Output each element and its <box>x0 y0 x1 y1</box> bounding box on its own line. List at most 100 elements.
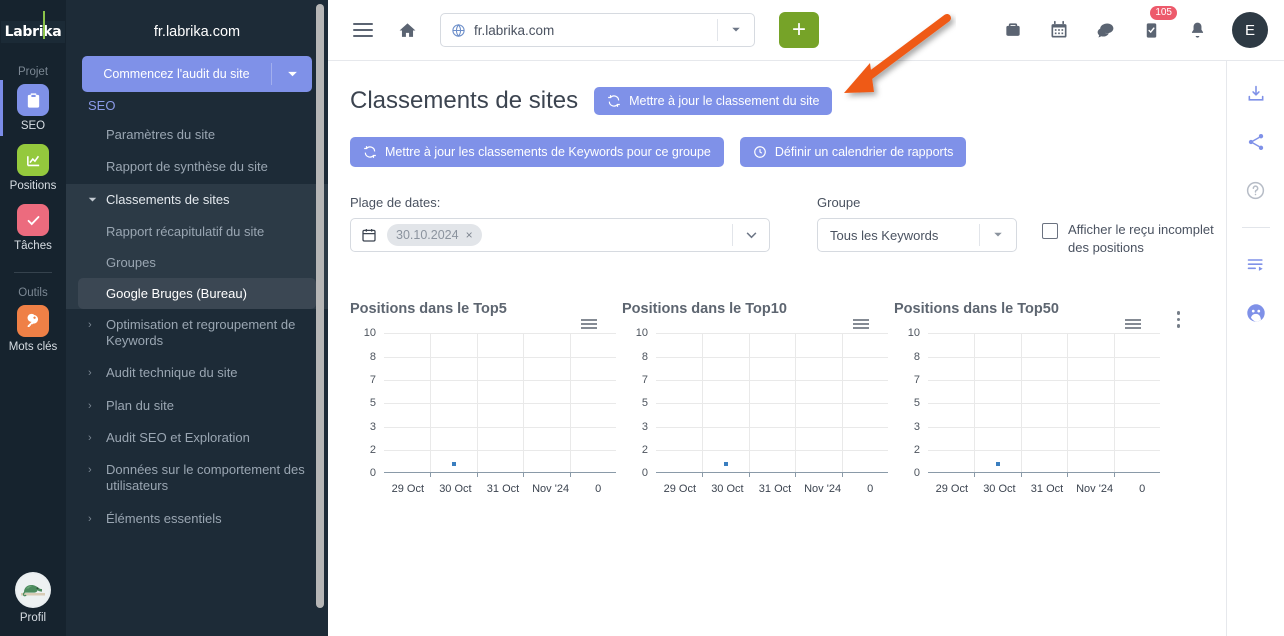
sidebar-item-audit-technique[interactable]: › Audit technique du site <box>66 357 328 389</box>
help-icon[interactable] <box>1241 175 1271 205</box>
sidebar-item-optimisation-keywords[interactable]: › Optimisation et regroupement de Keywor… <box>66 309 328 358</box>
bell-icon[interactable] <box>1180 13 1214 47</box>
logo[interactable]: Labrika <box>0 8 66 56</box>
sidebar-item-classements-de-sites[interactable]: Classements de sites <box>66 183 328 216</box>
sidebar-item-audit-seo-exploration[interactable]: › Audit SEO et Exploration <box>66 422 328 454</box>
url-bar[interactable]: fr.labrika.com <box>440 13 755 47</box>
grid-line-vertical <box>1113 333 1115 473</box>
chevron-down-icon[interactable] <box>980 232 1016 238</box>
playlist-icon[interactable] <box>1241 250 1271 280</box>
grid-line-horizontal <box>384 356 616 358</box>
grid-line-vertical <box>476 333 478 473</box>
profile-label: Profil <box>19 612 47 624</box>
date-chip[interactable]: 30.10.2024 × <box>387 224 482 246</box>
chevron-down-icon[interactable] <box>272 71 312 78</box>
right-tool-rail <box>1226 61 1284 636</box>
rail-item-seo[interactable]: SEO <box>0 80 66 136</box>
sidebar-item-label: Audit SEO et Exploration <box>106 429 250 445</box>
plot <box>928 333 1160 478</box>
sidebar-heading-seo[interactable]: SEO <box>66 92 328 119</box>
rail-item-taches[interactable]: Tâches <box>0 204 66 252</box>
hamburger-icon[interactable] <box>346 13 380 47</box>
sidebar-scrollbar[interactable] <box>316 4 324 608</box>
y-axis-tick: 8 <box>641 350 648 363</box>
start-site-audit-label: Commencez l'audit du site <box>103 67 250 81</box>
x-axis-tick-label: Nov '24 <box>804 483 842 496</box>
sidebar-item-label: Optimisation et regroupement de Keywords <box>106 316 296 348</box>
incomplete-positions-toggle[interactable]: Afficher le reçu incomplet des positions <box>1042 195 1225 257</box>
sidebar-item-google-bruges-bureau[interactable]: Google Bruges (Bureau) <box>78 277 316 309</box>
refresh-icon <box>364 146 376 158</box>
grid-line-vertical <box>569 333 571 473</box>
x-axis-tick-label: 31 Oct <box>486 483 520 496</box>
add-button[interactable]: + <box>779 12 819 48</box>
y-axis-tick: 5 <box>369 397 376 410</box>
y-axis: 10 8 7 5 3 2 0 <box>894 327 920 479</box>
x-axis-tick-mark <box>702 472 704 478</box>
chart-top10: Positions dans le Top10 10 8 7 5 3 2 0 29 Oct 3… <box>622 301 894 503</box>
y-axis-tick: 7 <box>641 374 648 387</box>
grid-line-horizontal <box>656 380 888 382</box>
rail-item-mots-cles[interactable]: Mots clés <box>0 305 66 353</box>
plot <box>656 333 888 478</box>
x-axis-tick-label: 0 <box>595 483 602 496</box>
filters-row: Plage de dates: 30.10.2024 × Groupe Tous… <box>350 195 1225 257</box>
grid-line-horizontal <box>928 333 1160 335</box>
y-axis-tick: 8 <box>369 350 376 363</box>
start-site-audit-button[interactable]: Commencez l'audit du site <box>82 56 312 92</box>
download-icon[interactable] <box>1241 79 1271 109</box>
group-select[interactable]: Tous les Keywords <box>817 218 1017 252</box>
sidebar-item-donnees-comportement[interactable]: › Données sur le comportement des utilis… <box>66 454 328 503</box>
grid-line-vertical <box>430 333 432 473</box>
calendar-icon <box>351 227 387 243</box>
globe-icon <box>441 23 474 38</box>
data-point[interactable] <box>995 461 1000 466</box>
rail-item-positions[interactable]: Positions <box>0 144 66 192</box>
set-report-schedule-button[interactable]: Définir un calendrier de rapports <box>739 137 967 167</box>
x-axis-tick-mark <box>569 472 571 478</box>
tasks-icon[interactable]: 105 <box>1134 6 1177 47</box>
x-axis-tick-label: 29 Oct <box>935 483 968 496</box>
profile-button[interactable]: Profil <box>0 572 66 624</box>
chat-icon[interactable] <box>1088 13 1122 47</box>
chevron-right-icon: › <box>88 318 92 331</box>
sidebar-subitems: Rapport récapitulatif du site Groupes Go… <box>66 215 328 309</box>
calendar-icon[interactable] <box>1042 13 1076 47</box>
sidebar-item-plan-du-site[interactable]: › Plan du site <box>66 390 328 422</box>
briefcase-icon[interactable] <box>996 13 1030 47</box>
home-icon[interactable] <box>390 13 424 47</box>
chevron-down-icon[interactable] <box>718 27 754 33</box>
x-axis-tick-mark <box>795 472 797 478</box>
data-point[interactable] <box>723 461 728 466</box>
update-keyword-rankings-button[interactable]: Mettre à jour les classements de Keyword… <box>350 137 724 167</box>
kebab-menu-icon[interactable] <box>1176 311 1180 328</box>
x-axis-tick-mark <box>1020 472 1022 478</box>
chevron-down-icon[interactable] <box>733 231 769 239</box>
sidebar-item-elements-essentiels[interactable]: › Éléments essentiels <box>66 503 328 535</box>
close-icon[interactable]: × <box>466 228 473 242</box>
sidebar-item-rapport-de-synthese[interactable]: Rapport de synthèse du site <box>66 151 328 183</box>
url-text: fr.labrika.com <box>474 22 555 38</box>
update-site-ranking-button[interactable]: Mettre à jour le classement du site <box>594 87 833 115</box>
y-axis-tick: 7 <box>369 374 376 387</box>
avatar[interactable]: E <box>1232 12 1268 48</box>
share-icon[interactable] <box>1241 127 1271 157</box>
grid-line-horizontal <box>656 426 888 428</box>
incomplete-positions-label: Afficher le reçu incomplet des positions <box>1068 222 1214 256</box>
sidebar-item-rapport-recapitulatif[interactable]: Rapport récapitulatif du site <box>66 216 328 247</box>
data-point[interactable] <box>451 461 456 466</box>
chart-plot-area: 10 8 7 5 3 2 0 29 Oct 30 Oct 31 Oct Nov '24 0 <box>622 319 894 503</box>
sidebar-item-parametres-du-site[interactable]: Paramètres du site <box>66 119 328 151</box>
sidebar-item-groupes[interactable]: Groupes <box>66 247 328 278</box>
grid-line-vertical <box>974 333 976 473</box>
grid-line-vertical <box>523 333 525 473</box>
incomplete-positions-checkbox[interactable] <box>1042 223 1058 239</box>
people-icon[interactable] <box>1241 298 1271 328</box>
grid-line-horizontal <box>384 450 616 452</box>
grid-line-vertical <box>748 333 750 473</box>
group-select-value: Tous les Keywords <box>830 227 939 243</box>
chevron-right-icon: › <box>88 367 92 380</box>
date-range-input[interactable]: 30.10.2024 × <box>350 218 770 252</box>
rail-item-label-taches: Tâches <box>14 240 52 252</box>
date-chip-label: 30.10.2024 <box>396 228 459 242</box>
